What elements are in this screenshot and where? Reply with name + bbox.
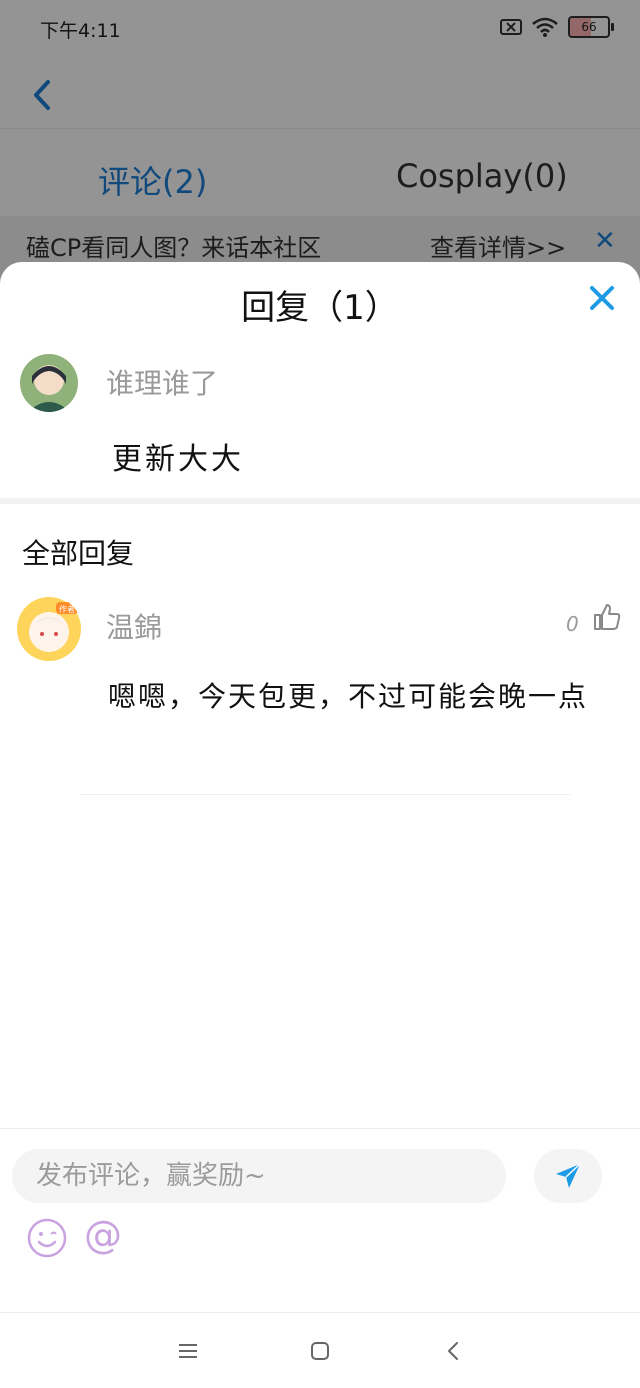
like-icon[interactable] (592, 602, 622, 632)
system-nav-bar (0, 1312, 640, 1388)
menu-icon[interactable] (176, 1339, 200, 1363)
comment-input[interactable] (12, 1149, 506, 1203)
mention-button[interactable]: @ (84, 1213, 122, 1257)
like-count: 0 (566, 612, 579, 636)
send-icon (556, 1163, 581, 1188)
home-icon[interactable] (308, 1339, 332, 1363)
all-replies-heading: 全部回复 (22, 537, 135, 570)
avatar[interactable] (20, 354, 78, 412)
avatar[interactable]: 作者 (16, 596, 82, 662)
background-app: 下午4:11 66 评论(2) Cosplay(0) 磕CP看同人图？来话本社区… (0, 0, 640, 300)
reply-content: 嗯嗯，今天包更，不过可能会晚一点 (108, 680, 589, 713)
comment-composer: @ (0, 1128, 640, 1313)
sheet-title: 回复（1） (241, 288, 399, 328)
send-button[interactable] (534, 1149, 602, 1203)
dim-overlay[interactable] (0, 0, 640, 300)
reply-author: 温錦 (106, 611, 163, 644)
reply-divider (80, 794, 570, 795)
back-icon[interactable] (442, 1339, 466, 1363)
emoji-icon[interactable] (26, 1217, 68, 1259)
original-comment-content: 更新大大 (112, 442, 244, 477)
reply-meta (106, 660, 176, 670)
section-divider (0, 498, 640, 504)
author-badge: 作者 (59, 604, 75, 614)
close-icon[interactable] (584, 280, 620, 316)
original-comment-meta (106, 416, 176, 426)
original-comment-author: 谁理谁了 (106, 367, 219, 400)
